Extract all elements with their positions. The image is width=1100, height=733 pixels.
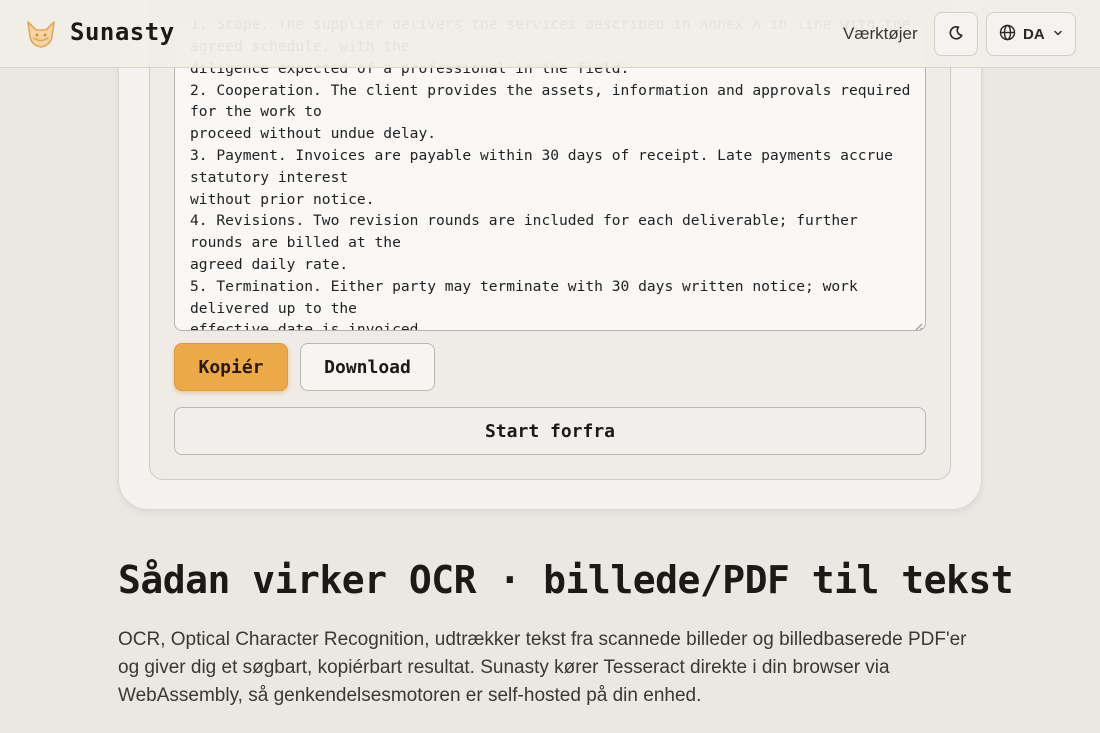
- resize-handle-icon[interactable]: [914, 319, 923, 330]
- brand-name[interactable]: Sunasty: [70, 18, 175, 46]
- copy-button[interactable]: Kopiér: [174, 343, 288, 391]
- moon-icon: [948, 25, 964, 44]
- fox-logo-icon[interactable]: [24, 18, 58, 50]
- language-selector[interactable]: DA: [986, 12, 1076, 56]
- language-code: DA: [1023, 25, 1045, 43]
- section-heading: Sådan virker OCR · billede/PDF til tekst: [118, 558, 1014, 602]
- start-over-button[interactable]: Start forfra: [174, 407, 926, 455]
- top-navigation-bar: Sunasty Værktøjer DA: [0, 0, 1100, 68]
- nav-link-tools[interactable]: Værktøjer: [843, 24, 918, 44]
- theme-toggle-button[interactable]: [934, 12, 978, 56]
- section-paragraph: OCR, Optical Character Recognition, udtr…: [118, 629, 967, 706]
- globe-icon: [999, 24, 1016, 45]
- download-button[interactable]: Download: [300, 343, 435, 391]
- chevron-down-icon: [1052, 26, 1064, 43]
